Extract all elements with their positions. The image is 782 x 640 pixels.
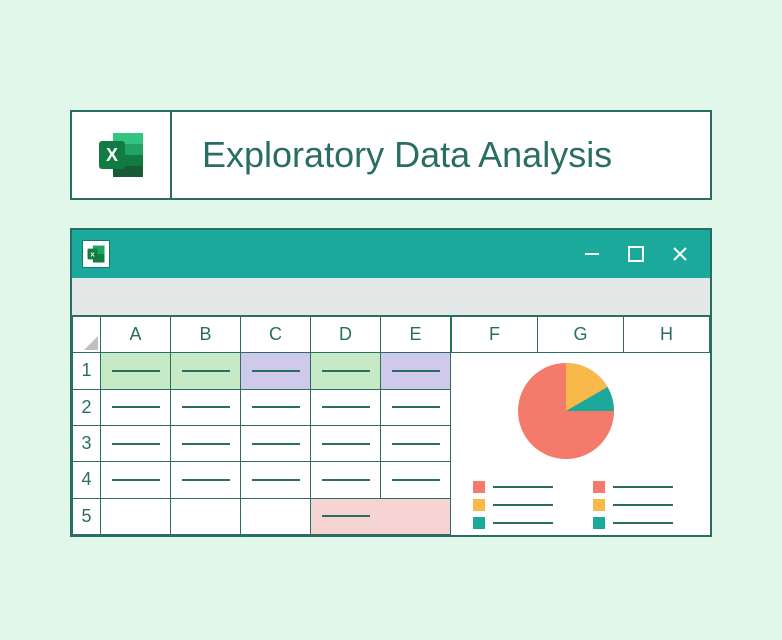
cell-c4[interactable]: [241, 462, 311, 498]
col-header-f[interactable]: F: [452, 317, 538, 353]
embedded-chart[interactable]: [451, 353, 710, 535]
cell-b1[interactable]: [171, 353, 241, 389]
svg-text:X: X: [106, 145, 118, 165]
cell-b4[interactable]: [171, 462, 241, 498]
col-header-c[interactable]: C: [241, 317, 311, 353]
col-header-a[interactable]: A: [101, 317, 171, 353]
svg-text:x: x: [90, 250, 95, 259]
cell-e5[interactable]: [381, 498, 451, 534]
cell-c2[interactable]: [241, 389, 311, 425]
cell-d4[interactable]: [311, 462, 381, 498]
cell-b5[interactable]: [171, 498, 241, 534]
excel-logo-large: X: [72, 112, 172, 198]
col-header-e[interactable]: E: [381, 317, 451, 353]
window-controls: [582, 244, 710, 264]
excel-icon-small: x: [82, 240, 110, 268]
row-header-3[interactable]: 3: [73, 425, 101, 461]
cell-d3[interactable]: [311, 425, 381, 461]
col-header-d[interactable]: D: [311, 317, 381, 353]
cell-d1[interactable]: [311, 353, 381, 389]
chart-legend: [473, 481, 700, 529]
row-header-1[interactable]: 1: [73, 353, 101, 389]
cell-c5[interactable]: [241, 498, 311, 534]
col-header-g[interactable]: G: [538, 317, 624, 353]
row-header-5[interactable]: 5: [73, 498, 101, 534]
select-all-corner[interactable]: [73, 317, 101, 353]
cell-a2[interactable]: [101, 389, 171, 425]
cell-a5[interactable]: [101, 498, 171, 534]
cell-c3[interactable]: [241, 425, 311, 461]
cell-b3[interactable]: [171, 425, 241, 461]
legend-item: [473, 517, 553, 529]
chart-area: F G H: [451, 316, 710, 535]
legend-item: [593, 481, 673, 493]
cell-e1[interactable]: [381, 353, 451, 389]
col-header-b[interactable]: B: [171, 317, 241, 353]
minimize-button[interactable]: [582, 244, 602, 264]
cell-e3[interactable]: [381, 425, 451, 461]
title-banner: X Exploratory Data Analysis: [70, 110, 712, 200]
cell-b2[interactable]: [171, 389, 241, 425]
row-header-2[interactable]: 2: [73, 389, 101, 425]
cell-d2[interactable]: [311, 389, 381, 425]
spreadsheet-window: x A B C D E: [70, 228, 712, 537]
cell-grid[interactable]: A B C D E 1 2: [72, 316, 451, 535]
cell-d5[interactable]: [311, 498, 381, 534]
legend-item: [593, 517, 673, 529]
ribbon-area: [72, 278, 710, 316]
cell-e2[interactable]: [381, 389, 451, 425]
legend-item: [473, 499, 553, 511]
cell-a3[interactable]: [101, 425, 171, 461]
cell-e4[interactable]: [381, 462, 451, 498]
legend-item: [593, 499, 673, 511]
col-header-h[interactable]: H: [624, 317, 710, 353]
legend-item: [473, 481, 553, 493]
maximize-button[interactable]: [626, 244, 646, 264]
banner-title: Exploratory Data Analysis: [172, 112, 710, 198]
worksheet: A B C D E 1 2: [72, 316, 710, 535]
close-button[interactable]: [670, 244, 690, 264]
titlebar: x: [72, 230, 710, 278]
cell-a1[interactable]: [101, 353, 171, 389]
cell-a4[interactable]: [101, 462, 171, 498]
cell-c1[interactable]: [241, 353, 311, 389]
row-header-4[interactable]: 4: [73, 462, 101, 498]
pie-chart-icon: [516, 361, 616, 461]
